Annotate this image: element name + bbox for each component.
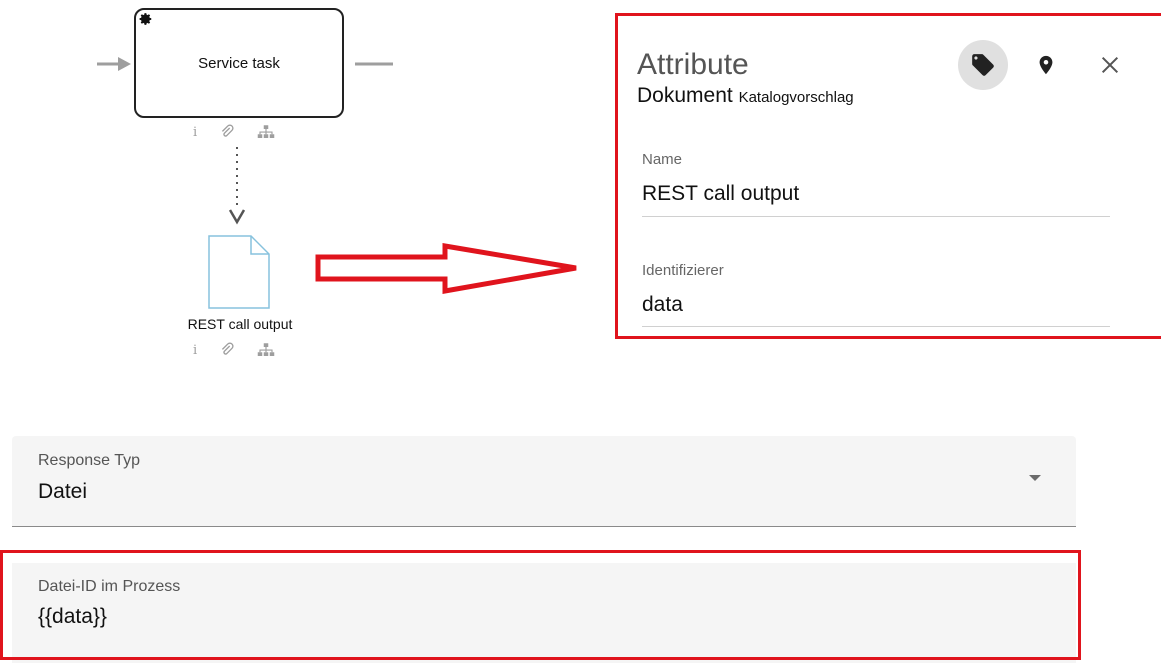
close-icon (1101, 56, 1119, 74)
response-type-select[interactable] (12, 436, 1076, 527)
panel-subtitle: Dokument Katalogvorschlag (637, 84, 854, 108)
paperclip-icon[interactable] (219, 124, 235, 140)
identifier-field-label: Identifizierer (642, 262, 724, 279)
file-id-value[interactable]: {{data}} (38, 605, 107, 629)
name-field-underline (642, 216, 1110, 217)
location-button[interactable] (1021, 40, 1071, 90)
data-object-toolbar: i (193, 342, 275, 358)
tag-icon (972, 54, 994, 76)
file-id-label: Datei-ID im Prozess (38, 578, 181, 595)
gear-icon (139, 13, 152, 25)
response-type-label: Response Typ (38, 452, 140, 469)
tag-button[interactable] (958, 40, 1008, 90)
info-icon[interactable]: i (193, 125, 197, 140)
hierarchy-icon[interactable] (257, 124, 275, 140)
data-object-node[interactable] (207, 234, 271, 310)
info-icon[interactable]: i (193, 343, 197, 358)
task-toolbar: i (193, 124, 275, 140)
location-pin-icon (1039, 55, 1053, 75)
element-subtype: Katalogvorschlag (738, 89, 854, 106)
identifier-field-underline (642, 326, 1110, 327)
paperclip-icon[interactable] (219, 342, 235, 358)
close-button[interactable] (1085, 40, 1135, 90)
panel-title: Attribute (637, 48, 749, 81)
identifier-field[interactable]: data (642, 293, 683, 317)
data-object-label: REST call output (187, 316, 293, 332)
service-task-label: Service task (198, 54, 280, 72)
file-id-highlight (0, 550, 1081, 660)
hierarchy-icon[interactable] (257, 342, 275, 358)
name-field[interactable]: REST call output (642, 182, 799, 206)
service-task-node[interactable]: Service task (134, 8, 344, 118)
response-type-value: Datei (38, 480, 88, 503)
name-field-label: Name (642, 151, 683, 168)
element-type: Dokument (637, 84, 733, 107)
dropdown-caret-icon[interactable] (1029, 475, 1041, 481)
